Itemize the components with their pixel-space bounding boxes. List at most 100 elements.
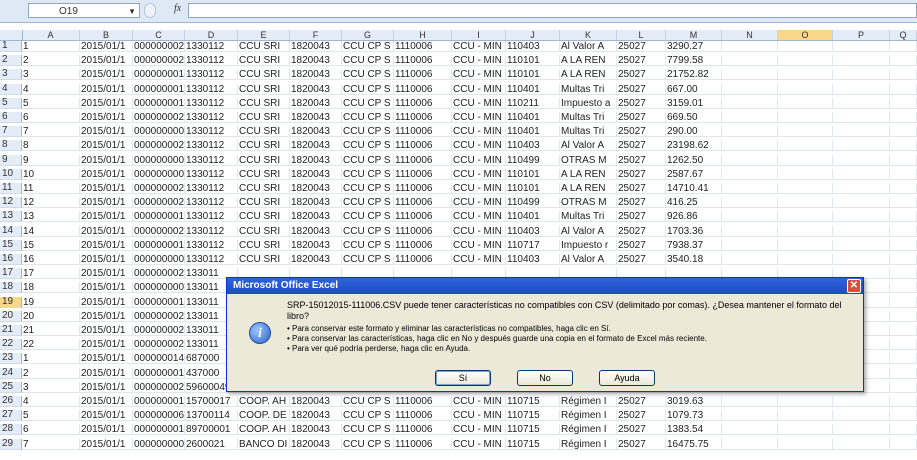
cell-e[interactable]: CCU SRI — [238, 168, 290, 180]
cell-i[interactable]: CCU - MIN — [452, 55, 506, 67]
row-header[interactable]: 1 — [0, 41, 22, 52]
cell-n[interactable] — [722, 211, 778, 223]
cell-q[interactable] — [890, 339, 917, 351]
cell-e[interactable]: COOP. DE — [238, 410, 290, 422]
cell-o[interactable] — [778, 197, 833, 209]
cell-g[interactable]: CCU CP S — [342, 254, 394, 265]
cell-l[interactable]: 25027 — [617, 225, 666, 237]
cell-j[interactable]: 110715 — [506, 424, 560, 436]
cell-i[interactable]: CCU - MIN — [452, 97, 506, 109]
cell-i[interactable]: CCU - MIN — [452, 410, 506, 422]
cell-g[interactable]: CCU CP S — [342, 239, 394, 251]
cell-n[interactable] — [722, 83, 778, 95]
cell-c[interactable]: 000000001 — [133, 97, 185, 109]
cell-h[interactable]: 1110006 — [394, 211, 452, 223]
cell-g[interactable]: CCU CP S — [342, 168, 394, 180]
row-header[interactable]: 15 — [0, 239, 22, 251]
cell-q[interactable] — [890, 381, 917, 393]
cell-m[interactable]: 1383.54 — [666, 424, 722, 436]
row-header[interactable]: 16 — [0, 254, 22, 265]
cell-f[interactable]: 1820043 — [290, 83, 342, 95]
cell-c[interactable]: 000000001 — [133, 211, 185, 223]
cell-g[interactable]: CCU CP S — [342, 83, 394, 95]
cell-a[interactable]: 16 — [22, 254, 80, 265]
cell-a[interactable]: 1 — [22, 353, 80, 365]
cell-c[interactable]: 000000000 — [133, 126, 185, 138]
cell-g[interactable]: CCU CP S — [342, 197, 394, 209]
cell-b[interactable]: 2015/01/1 — [80, 168, 133, 180]
cell-i[interactable]: CCU - MIN — [452, 154, 506, 166]
cell-k[interactable]: Multas Tri — [560, 126, 617, 138]
cell-j[interactable]: 110401 — [506, 126, 560, 138]
cell-h[interactable]: 1110006 — [394, 254, 452, 265]
column-header-o[interactable]: O — [778, 30, 833, 40]
cell-j[interactable]: 110401 — [506, 112, 560, 123]
cell-f[interactable]: 1820043 — [290, 410, 342, 422]
cell-d[interactable]: 1330112 — [185, 69, 238, 81]
cell-f[interactable]: 1820043 — [290, 97, 342, 109]
cell-o[interactable] — [778, 126, 833, 138]
column-header-m[interactable]: M — [666, 30, 722, 40]
cell-o[interactable] — [778, 438, 833, 450]
cell-m[interactable]: 669.50 — [666, 112, 722, 123]
cell-d[interactable]: 13700114 — [185, 410, 238, 422]
column-header-p[interactable]: P — [833, 30, 890, 40]
cell-c[interactable]: 000000001 — [133, 83, 185, 95]
cell-b[interactable]: 2015/01/1 — [80, 126, 133, 138]
cell-p[interactable] — [833, 55, 890, 67]
cell-g[interactable]: CCU CP S — [342, 225, 394, 237]
cell-g[interactable]: CCU CP S — [342, 211, 394, 223]
cell-b[interactable]: 2015/01/1 — [80, 325, 133, 336]
cell-b[interactable]: 2015/01/1 — [80, 339, 133, 351]
cell-o[interactable] — [778, 211, 833, 223]
cell-k[interactable]: Multas Tri — [560, 83, 617, 95]
cell-f[interactable]: 1820043 — [290, 225, 342, 237]
cell-g[interactable]: CCU CP S — [342, 41, 394, 52]
cell-l[interactable]: 25027 — [617, 239, 666, 251]
cell-c[interactable]: 000000002 — [133, 140, 185, 152]
cell-i[interactable]: CCU - MIN — [452, 211, 506, 223]
cell-e[interactable]: CCU SRI — [238, 97, 290, 109]
cell-m[interactable]: 1262.50 — [666, 154, 722, 166]
column-header-q[interactable]: Q — [890, 30, 917, 40]
cell-g[interactable]: CCU CP S — [342, 396, 394, 407]
cell-p[interactable] — [833, 41, 890, 52]
row-header[interactable]: 25 — [0, 381, 22, 393]
cell-p[interactable] — [833, 438, 890, 450]
cell-e[interactable]: COOP. AH — [238, 396, 290, 407]
cell-b[interactable]: 2015/01/1 — [80, 410, 133, 422]
cell-c[interactable]: 000000002 — [133, 325, 185, 336]
cell-l[interactable]: 25027 — [617, 69, 666, 81]
cell-m[interactable]: 3019.63 — [666, 396, 722, 407]
cell-m[interactable]: 3159.01 — [666, 97, 722, 109]
cell-o[interactable] — [778, 239, 833, 251]
cell-o[interactable] — [778, 396, 833, 407]
cell-h[interactable]: 1110006 — [394, 69, 452, 81]
cell-h[interactable]: 1110006 — [394, 396, 452, 407]
cell-n[interactable] — [722, 55, 778, 67]
cell-f[interactable]: 1820043 — [290, 183, 342, 194]
cell-i[interactable]: CCU - MIN — [452, 225, 506, 237]
cell-c[interactable]: 000000000 — [133, 154, 185, 166]
cell-k[interactable]: Al Valor A — [560, 140, 617, 152]
cell-o[interactable] — [778, 183, 833, 194]
cell-b[interactable]: 2015/01/1 — [80, 112, 133, 123]
cell-p[interactable] — [833, 254, 890, 265]
cell-e[interactable]: BANCO DI — [238, 438, 290, 450]
cell-l[interactable]: 25027 — [617, 254, 666, 265]
cell-p[interactable] — [833, 225, 890, 237]
cell-j[interactable]: 110101 — [506, 183, 560, 194]
cell-c[interactable]: 000000001 — [133, 296, 185, 308]
cell-n[interactable] — [722, 438, 778, 450]
column-header-n[interactable]: N — [722, 30, 778, 40]
cell-b[interactable]: 2015/01/1 — [80, 197, 133, 209]
cell-c[interactable]: 000000000 — [133, 282, 185, 294]
cell-e[interactable]: CCU SRI — [238, 211, 290, 223]
cell-k[interactable]: Al Valor A — [560, 41, 617, 52]
cell-l[interactable]: 25027 — [617, 83, 666, 95]
cell-d[interactable]: 1330112 — [185, 211, 238, 223]
cell-a[interactable]: 20 — [22, 310, 80, 322]
row-header[interactable]: 17 — [0, 268, 22, 280]
cell-f[interactable]: 1820043 — [290, 126, 342, 138]
cell-a[interactable]: 6 — [22, 424, 80, 436]
